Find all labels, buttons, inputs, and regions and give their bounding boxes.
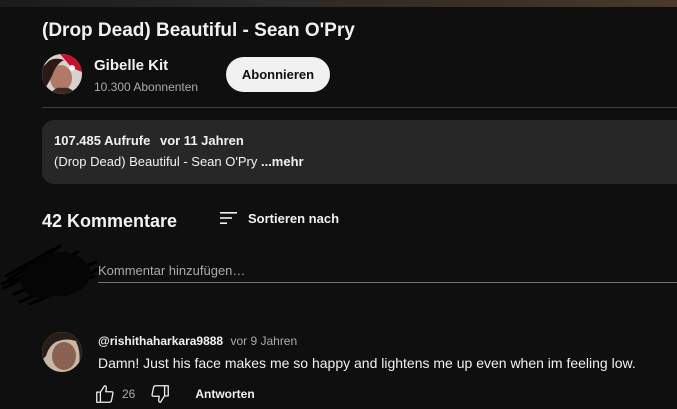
description-text: (Drop Dead) Beautiful - Sean O'Pry ...me… [54, 154, 304, 169]
current-user-avatar [0, 244, 102, 306]
thumbs-down-icon [151, 385, 170, 403]
like-count: 26 [122, 387, 136, 401]
like-button[interactable] [94, 383, 116, 405]
comment-actions: 26 Antworten [94, 383, 255, 405]
comment-author-avatar[interactable] [42, 332, 82, 372]
sort-label: Sortieren nach [248, 210, 340, 226]
channel-name[interactable]: Gibelle Kit [94, 57, 168, 74]
watch-page: (Drop Dead) Beautiful - Sean O'Pry Gibel… [0, 0, 677, 409]
more-button[interactable]: ...mehr [261, 154, 304, 169]
description-box[interactable]: 107.485 Aufrufe vor 11 Jahren (Drop Dead… [42, 120, 677, 184]
comment-time[interactable]: vor 9 Jahren [230, 334, 297, 348]
add-comment-input[interactable] [98, 258, 677, 283]
upload-age: vor 11 Jahren [159, 133, 244, 148]
subscribe-button[interactable]: Abonnieren [226, 57, 330, 92]
sort-icon [220, 212, 237, 224]
comment-text: Damn! Just his face makes me so happy an… [98, 355, 636, 371]
view-count: 107.485 Aufrufe [54, 133, 151, 148]
comment-header: @rishithaharkara9888 vor 9 Jahren [98, 334, 297, 348]
divider [42, 107, 677, 108]
description-meta: 107.485 Aufrufe vor 11 Jahren [54, 133, 250, 148]
comments-count: 42 Kommentare [42, 211, 178, 231]
thumbs-up-icon [96, 385, 114, 403]
comment-author[interactable]: @rishithaharkara9888 [98, 334, 223, 348]
reply-button[interactable]: Antworten [195, 387, 254, 401]
video-title: (Drop Dead) Beautiful - Sean O'Pry [42, 20, 355, 41]
channel-avatar[interactable] [42, 54, 82, 94]
dislike-button[interactable] [149, 383, 171, 405]
description-snippet: (Drop Dead) Beautiful - Sean O'Pry [54, 154, 261, 169]
subscriber-count: 10.300 Abonnenten [94, 80, 199, 94]
sort-button[interactable]: Sortieren nach [218, 207, 339, 229]
comment-avatar-image [42, 332, 82, 372]
video-player-bottom-edge[interactable] [0, 0, 677, 7]
channel-avatar-image [42, 54, 82, 94]
